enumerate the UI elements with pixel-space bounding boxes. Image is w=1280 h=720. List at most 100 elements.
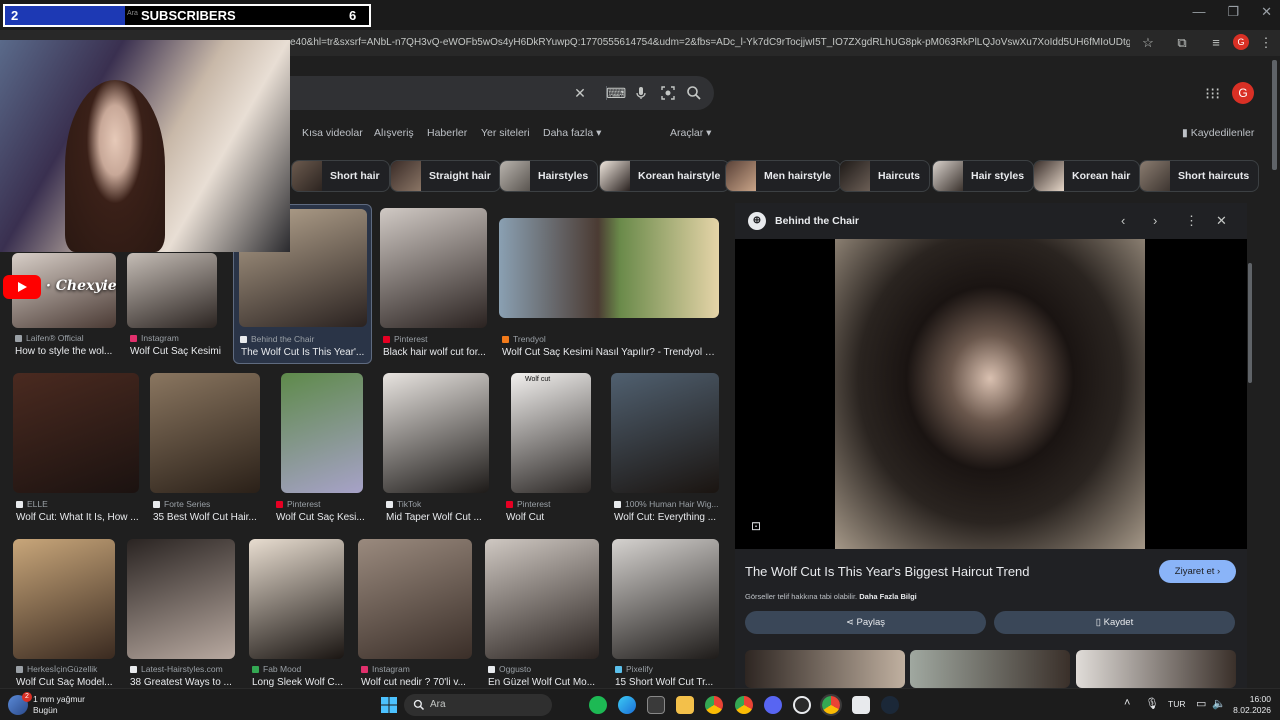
- result-title[interactable]: Wolf Cut Saç Kesimi: [130, 346, 226, 357]
- result-title[interactable]: 15 Short Wolf Cut Tr...: [615, 677, 720, 688]
- related-image[interactable]: [1076, 650, 1236, 688]
- discord-icon[interactable]: [764, 696, 782, 714]
- lens-icon[interactable]: [660, 85, 676, 101]
- result-title[interactable]: Wolf Cut: Everything ...: [614, 512, 719, 523]
- mic-icon[interactable]: [633, 85, 649, 101]
- edge-icon[interactable]: [618, 696, 636, 714]
- tab-news[interactable]: Haberler: [427, 127, 467, 139]
- clear-icon[interactable]: ✕: [572, 85, 588, 101]
- profile-avatar[interactable]: G: [1233, 34, 1249, 50]
- result-item[interactable]: Oggusto En Güzel Wolf Cut Mo...: [485, 539, 603, 689]
- result-item[interactable]: Laifen® Official How to style the wol...: [12, 253, 128, 361]
- result-image[interactable]: [127, 539, 235, 659]
- chip-hairstyles[interactable]: Hairstyles: [499, 160, 599, 192]
- result-title[interactable]: Wolf Cut Saç Model...: [16, 677, 114, 688]
- preview-image[interactable]: ⊡: [735, 239, 1247, 549]
- result-title[interactable]: Long Sleek Wolf C...: [252, 677, 347, 688]
- result-image[interactable]: [499, 218, 719, 318]
- result-title[interactable]: 38 Greatest Ways to ...: [130, 677, 238, 688]
- minimize-icon[interactable]: —: [1192, 4, 1205, 20]
- page-scrollbar[interactable]: [1272, 60, 1277, 170]
- chrome-active-icon[interactable]: [820, 694, 842, 716]
- result-item[interactable]: Instagram Wolf Cut Saç Kesimi: [127, 253, 227, 361]
- result-title[interactable]: 35 Best Wolf Cut Hair...: [153, 512, 263, 523]
- chip-straight-hair[interactable]: Straight hair: [390, 160, 501, 192]
- chip-short-haircuts[interactable]: Short haircuts: [1139, 160, 1260, 192]
- result-item[interactable]: Forte Series 35 Best Wolf Cut Hair...: [150, 373, 265, 528]
- system-clock[interactable]: 16:00 8.02.2026: [1226, 694, 1271, 716]
- related-image[interactable]: [745, 650, 905, 688]
- lens-search-icon[interactable]: ⊡: [751, 519, 761, 533]
- save-button[interactable]: ▯ Kaydet: [994, 611, 1235, 634]
- result-title[interactable]: En Güzel Wolf Cut Mo...: [488, 677, 600, 688]
- result-image[interactable]: [611, 373, 719, 493]
- result-item[interactable]: Pixelify 15 Short Wolf Cut Tr...: [612, 539, 722, 689]
- result-image[interactable]: [358, 539, 472, 659]
- close-panel-icon[interactable]: ✕: [1216, 213, 1227, 229]
- tab-shopping[interactable]: Alışveriş: [374, 127, 414, 139]
- weather-widget[interactable]: 1 mm yağmur Bugün: [33, 694, 85, 716]
- volume-icon[interactable]: 🔈: [1212, 697, 1226, 710]
- chip-short-hair[interactable]: Short hair: [291, 160, 390, 192]
- visit-button[interactable]: Ziyaret et ›: [1159, 560, 1236, 583]
- more-info-link[interactable]: Daha Fazla Bilgi: [859, 592, 917, 601]
- network-icon[interactable]: ▭: [1196, 697, 1206, 710]
- result-item[interactable]: Pinterest Black hair wolf cut for...: [380, 208, 490, 363]
- result-image[interactable]: [150, 373, 260, 493]
- result-item[interactable]: 100% Human Hair Wig... Wolf Cut: Everyth…: [611, 373, 721, 528]
- result-title[interactable]: Wolf Cut Saç Kesimi Nasıl Yapılır? - Tre…: [502, 347, 718, 358]
- tab-places[interactable]: Yer siteleri: [481, 127, 530, 139]
- close-icon[interactable]: ✕: [1261, 4, 1272, 20]
- panel-scrollbar[interactable]: [1248, 263, 1252, 383]
- result-title[interactable]: Black hair wolf cut for...: [383, 347, 488, 358]
- search-icon[interactable]: [686, 85, 702, 101]
- reading-list-icon[interactable]: ≡: [1206, 33, 1226, 53]
- result-title[interactable]: Wolf Cut: What It Is, How ...: [16, 512, 140, 523]
- spotify-icon[interactable]: [589, 696, 607, 714]
- result-image[interactable]: [511, 373, 591, 493]
- search-input[interactable]: ✕ ⌨: [220, 76, 714, 110]
- result-image[interactable]: [13, 539, 115, 659]
- result-image[interactable]: [13, 373, 139, 493]
- language-indicator[interactable]: TUR: [1168, 699, 1185, 709]
- bookmark-star-icon[interactable]: ☆: [1138, 33, 1158, 53]
- steam-icon[interactable]: [881, 696, 899, 714]
- result-item[interactable]: Wolf cut Pinterest Wolf Cut: [503, 373, 603, 528]
- result-image[interactable]: [380, 208, 487, 328]
- result-image[interactable]: [612, 539, 719, 659]
- result-item[interactable]: ELLE Wolf Cut: What It Is, How ...: [13, 373, 143, 528]
- menu-dots-icon[interactable]: ⋮: [1256, 33, 1276, 53]
- tray-chevron-icon[interactable]: ˄: [1124, 697, 1130, 709]
- result-item[interactable]: Trendyol Wolf Cut Saç Kesimi Nasıl Yapıl…: [499, 218, 720, 363]
- panel-source-name[interactable]: Behind the Chair: [775, 215, 859, 227]
- chip-korean-hairstyle[interactable]: Korean hairstyle: [599, 160, 731, 192]
- chip-haircuts[interactable]: Haircuts: [839, 160, 931, 192]
- result-image[interactable]: [383, 373, 489, 493]
- file-explorer-icon[interactable]: [676, 696, 694, 714]
- result-title[interactable]: How to style the wol...: [15, 346, 127, 357]
- keyboard-icon[interactable]: ⌨: [606, 85, 626, 101]
- tab-short-videos[interactable]: Kısa videolar: [302, 127, 363, 139]
- google-account-avatar[interactable]: G: [1232, 82, 1254, 104]
- prev-icon[interactable]: ‹: [1121, 213, 1125, 228]
- result-image[interactable]: [485, 539, 599, 659]
- extensions-icon[interactable]: ⧉: [1172, 33, 1192, 53]
- result-item[interactable]: Instagram Wolf cut nedir ? 70'li v...: [358, 539, 476, 689]
- result-image[interactable]: [281, 373, 363, 493]
- apps-grid-icon[interactable]: ⁝⁝⁝: [1205, 84, 1220, 104]
- more-options-icon[interactable]: ⋮: [1185, 213, 1198, 229]
- related-image[interactable]: [910, 650, 1070, 688]
- tab-more[interactable]: Daha fazla ▾: [543, 127, 601, 139]
- capcut-icon[interactable]: [852, 696, 870, 714]
- result-image[interactable]: [127, 253, 217, 328]
- result-title[interactable]: Wolf cut nedir ? 70'li v...: [361, 677, 473, 688]
- restore-icon[interactable]: ❐: [1227, 4, 1239, 20]
- obs-icon[interactable]: [793, 696, 811, 714]
- mic-icon[interactable]: 🎙: [1145, 697, 1159, 710]
- panel-title[interactable]: The Wolf Cut Is This Year's Biggest Hair…: [745, 564, 1030, 579]
- next-icon[interactable]: ›: [1153, 213, 1157, 228]
- result-item[interactable]: Pinterest Wolf Cut Saç Kesi...: [273, 373, 373, 528]
- taskbar-search[interactable]: Ara: [404, 694, 552, 716]
- chrome-profile-icon[interactable]: [735, 696, 753, 714]
- chip-hair-styles[interactable]: Hair styles: [932, 160, 1035, 192]
